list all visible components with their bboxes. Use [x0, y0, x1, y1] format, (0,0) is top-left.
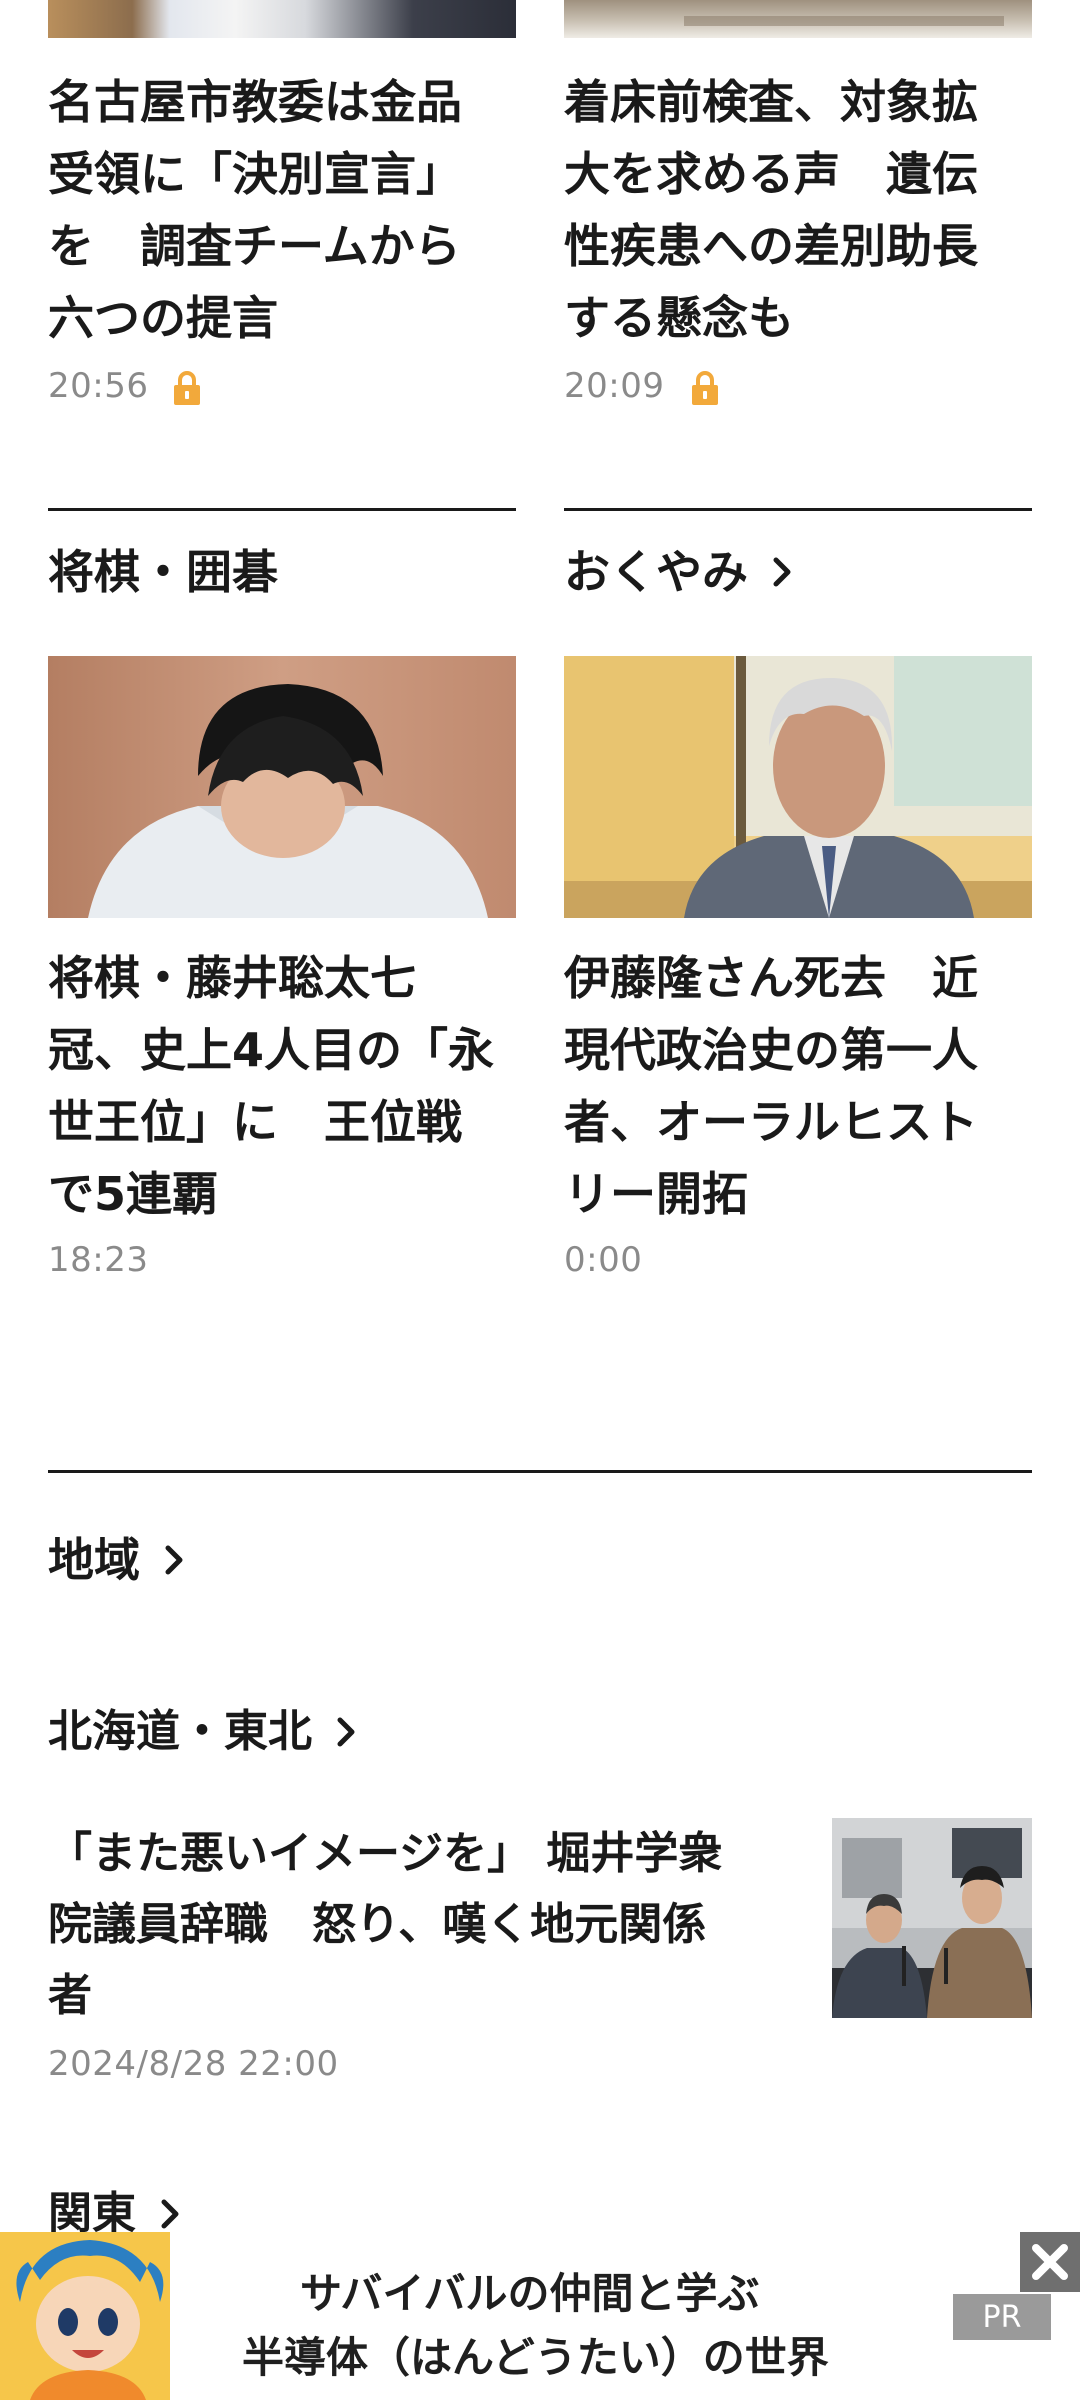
section-title-region[interactable]: 地域 [48, 1530, 194, 1590]
obituary-article-photo[interactable] [564, 656, 1032, 918]
article-headline[interactable]: 将棋・藤井聡太七 冠、史上4人目の「永 世王位」に 王位戦 で5連覇 [48, 942, 528, 1230]
lock-icon [174, 371, 200, 405]
close-icon [1032, 2244, 1068, 2280]
section-title-hokkaido-tohoku[interactable]: 北海道・東北 [48, 1702, 366, 1762]
ad-character-illustration [0, 2232, 170, 2400]
article-thumbnail[interactable] [48, 0, 516, 38]
shogi-article-photo[interactable] [48, 656, 516, 918]
section-title-obituaries[interactable]: おくやみ [564, 542, 802, 602]
article-time: 20:09 [564, 366, 665, 406]
article-headline[interactable]: 「また悪いイメージを」 堀井学衆 院議員辞職 怒り、嘆く地元関係 者 [48, 1818, 808, 2031]
pr-badge: PR [953, 2294, 1051, 2340]
ad-banner[interactable]: サバイバルの仲間と学ぶ 半導体（はんどうたい）の世界 PR [0, 2232, 1080, 2400]
article-time: 18:23 [48, 1240, 149, 1280]
article-thumbnail[interactable] [564, 0, 1032, 38]
section-title-shogi[interactable]: 将棋・囲碁 [48, 542, 278, 602]
lock-icon [692, 371, 718, 405]
article-thumbnail[interactable] [832, 1818, 1032, 2018]
chevron-right-icon [773, 557, 791, 587]
section-divider [564, 508, 1032, 511]
article-headline[interactable]: 名古屋市教委は金品 受領に「決別宣言」 を 調査チームから 六つの提言 [48, 66, 528, 354]
chevron-right-icon [161, 2199, 179, 2229]
close-ad-button[interactable] [1020, 2232, 1080, 2292]
section-divider [48, 1470, 1032, 1473]
article-time: 0:00 [564, 1240, 643, 1280]
section-divider [48, 508, 516, 511]
article-headline[interactable]: 伊藤隆さん死去 近 現代政治史の第一人 者、オーラルヒスト リー開拓 [564, 942, 1044, 1230]
article-time: 2024/8/28 22:00 [48, 2044, 339, 2084]
chevron-right-icon [337, 1717, 355, 1747]
chevron-right-icon [165, 1545, 183, 1575]
article-headline[interactable]: 着床前検査、対象拡 大を求める声 遺伝 性疾患への差別助長 する懸念も [564, 66, 1044, 354]
article-time: 20:56 [48, 366, 149, 406]
